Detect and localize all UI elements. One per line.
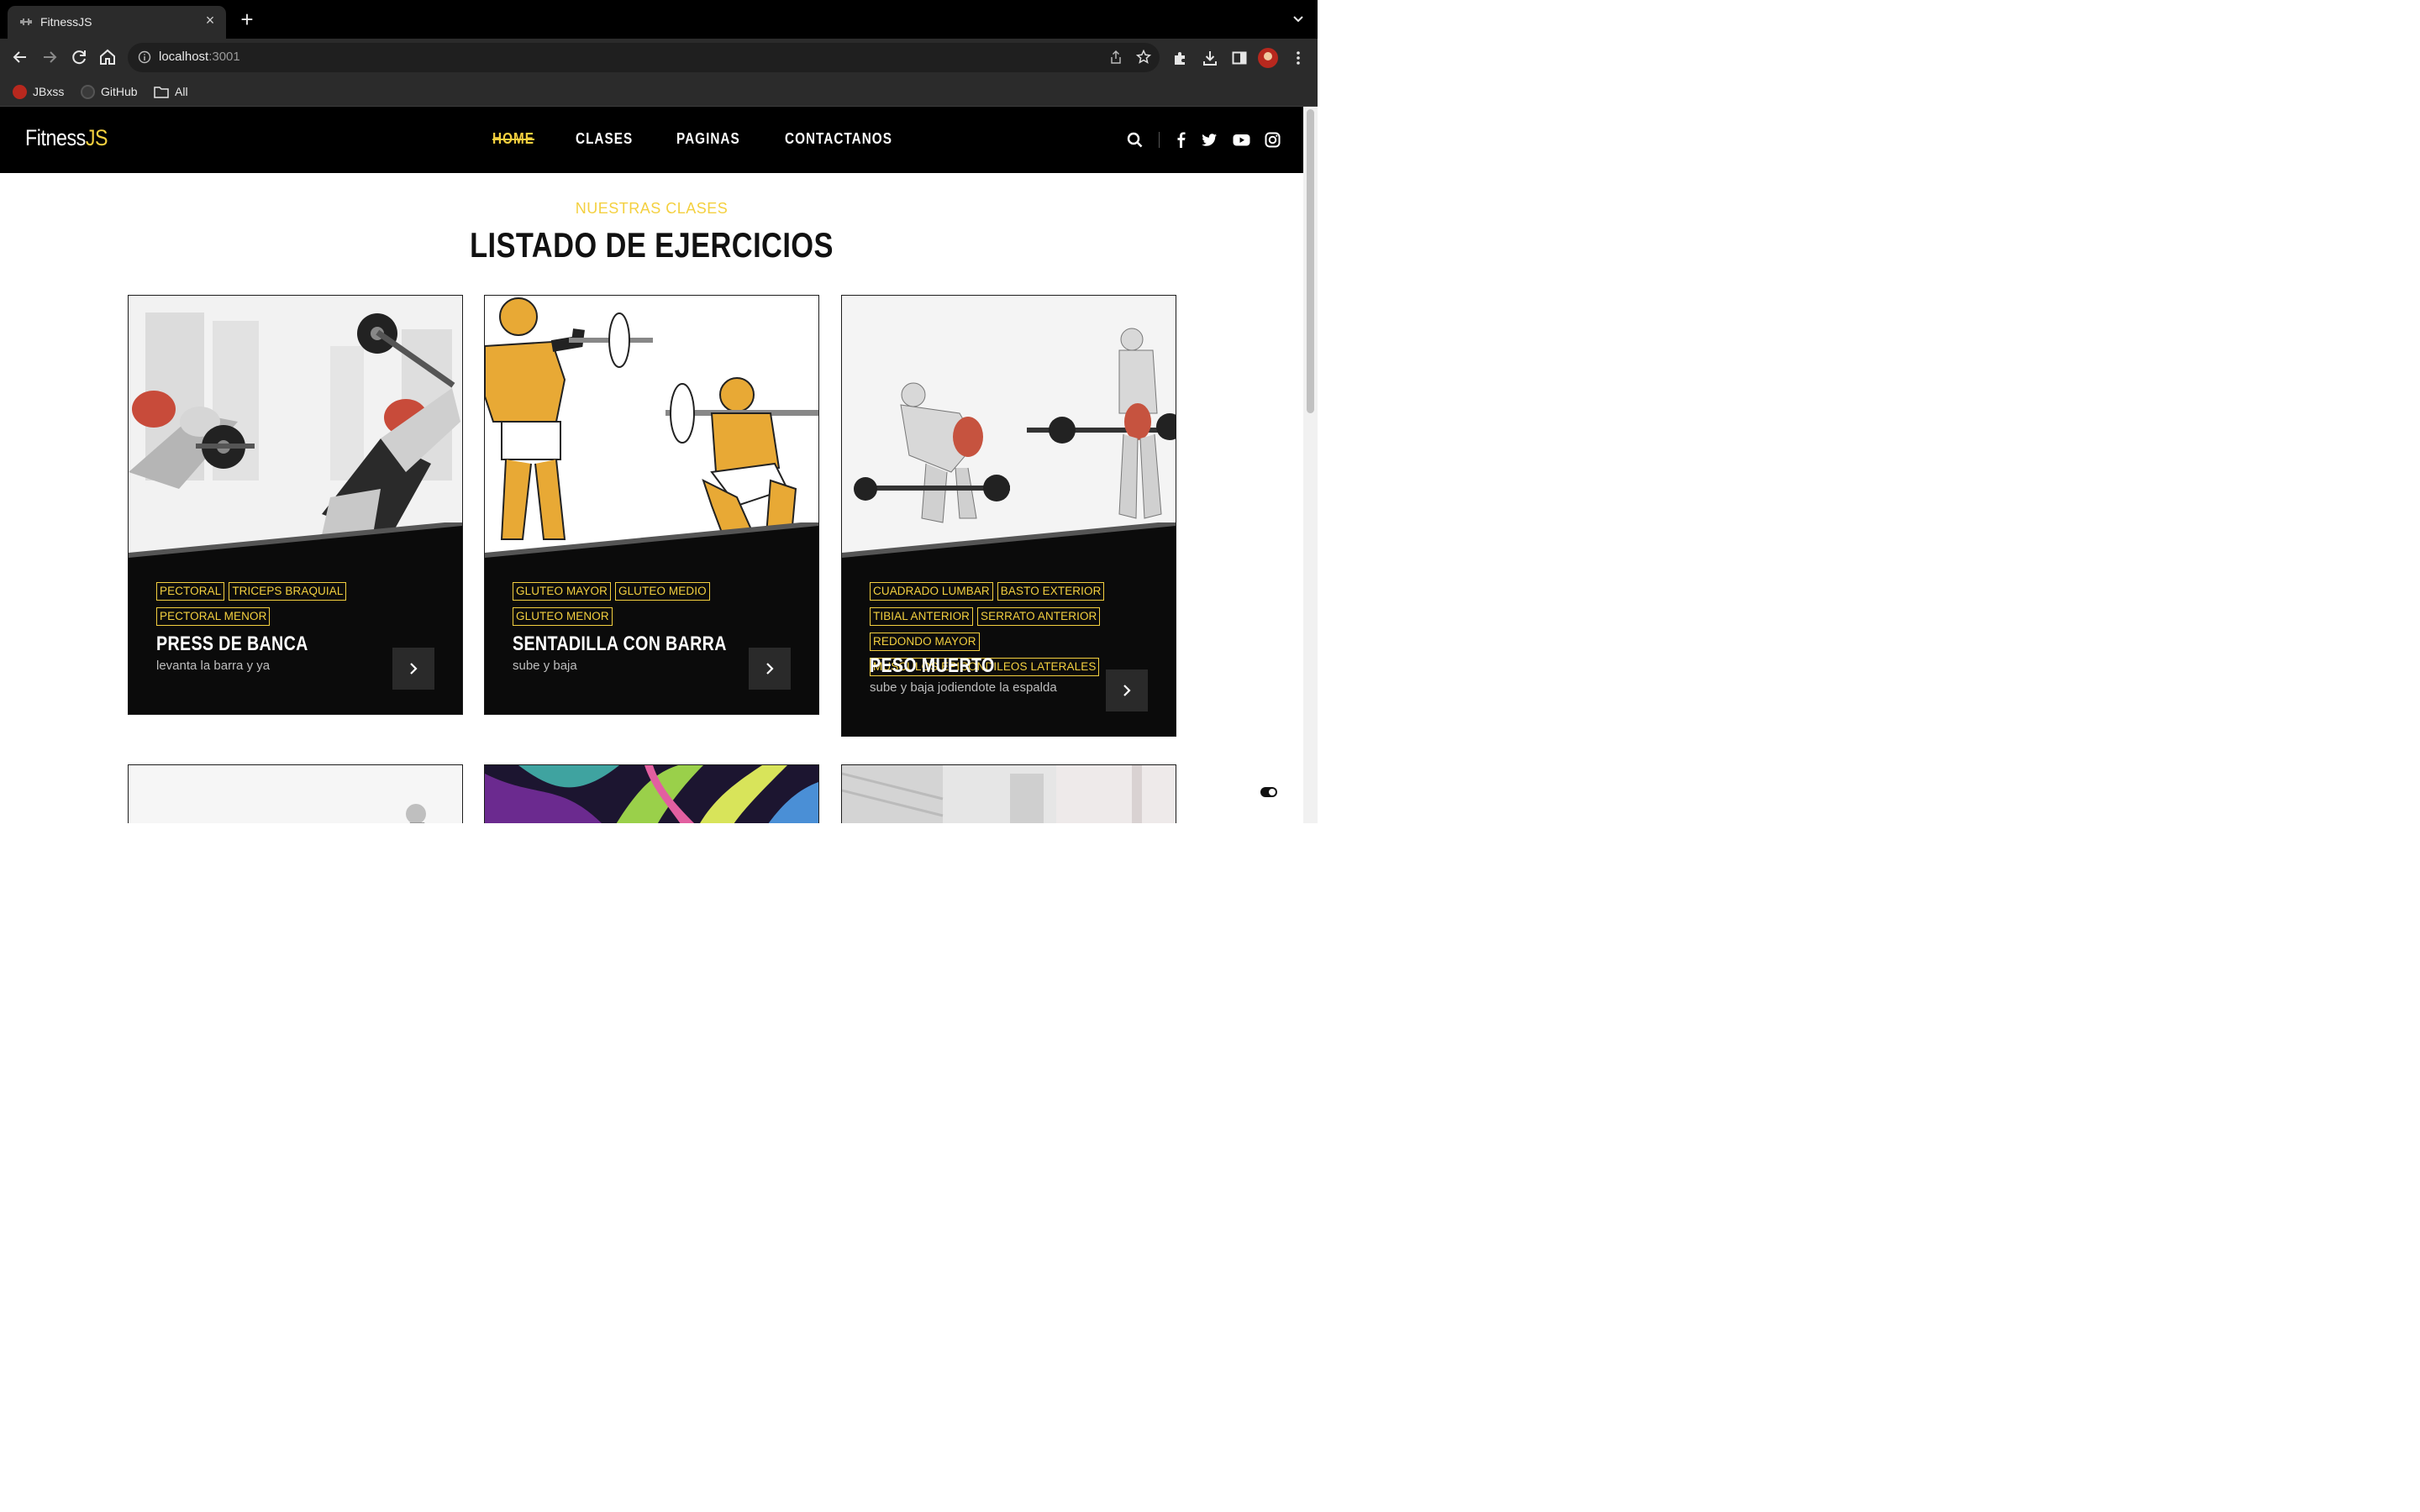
- exercise-title: SENTADILLA CON BARRA: [513, 633, 727, 655]
- address-bar[interactable]: localhost:3001: [128, 43, 1160, 72]
- browser-tab[interactable]: FitnessJS ×: [8, 6, 226, 39]
- card-arrow-button[interactable]: [1106, 669, 1148, 711]
- forward-icon[interactable]: [39, 47, 60, 67]
- muscle-tag[interactable]: SERRATO ANTERIOR: [977, 607, 1101, 626]
- browser-toolbar: localhost:3001: [0, 39, 1318, 76]
- site-header: FitnessJS HOME CLASES PAGINAS CONTACTANO…: [0, 107, 1303, 173]
- card-arrow-button[interactable]: [749, 648, 791, 690]
- exercise-title: PESO MUERTO: [870, 654, 995, 677]
- muscle-tag[interactable]: TIBIAL ANTERIOR: [870, 607, 974, 626]
- muscle-tag[interactable]: GLUTEO MENOR: [513, 607, 613, 626]
- chevron-right-icon: [1123, 685, 1131, 696]
- bookmark-jbxss[interactable]: JBxss: [13, 83, 64, 100]
- nav-clases[interactable]: CLASES: [576, 130, 633, 148]
- exercise-subtitle: sube y baja jodiendote la espalda: [870, 680, 1057, 695]
- profile-avatar[interactable]: [1258, 48, 1278, 68]
- muscle-tags: GLUTEO MAYOR GLUTEO MEDIOGLUTEO MENOR: [513, 582, 765, 633]
- bookmark-label: All: [175, 85, 188, 98]
- page-viewport: FitnessJS HOME CLASES PAGINAS CONTACTANO…: [0, 107, 1303, 823]
- bookmark-all-folder[interactable]: All: [154, 83, 188, 100]
- github-icon: [81, 84, 95, 99]
- exercise-title: PRESS DE BANCA: [156, 633, 308, 655]
- reload-icon[interactable]: [69, 47, 89, 67]
- card-arrow-button[interactable]: [392, 648, 434, 690]
- header-divider: [1159, 132, 1160, 148]
- nav-contactanos[interactable]: CONTACTANOS: [785, 130, 892, 148]
- muscle-tag[interactable]: TRICEPS BRAQUIAL: [229, 582, 347, 601]
- card-diagonal-divider: [842, 522, 1176, 560]
- browser-tab-strip: FitnessJS × +: [0, 0, 1318, 39]
- bookmark-label: GitHub: [101, 85, 138, 98]
- section-eyebrow: NUESTRAS CLASES: [575, 200, 729, 217]
- tab-title: FitnessJS: [40, 15, 92, 29]
- exercise-subtitle: sube y baja: [513, 659, 577, 673]
- folder-icon: [154, 86, 169, 98]
- muscle-tag[interactable]: PECTORAL MENOR: [156, 607, 271, 626]
- card-diagonal-divider: [129, 522, 462, 560]
- dumbbell-favicon-icon: [20, 18, 32, 25]
- muscle-tags: PECTORAL TRICEPS BRAQUIAL PECTORAL MENOR: [156, 582, 408, 633]
- exercise-card[interactable]: [128, 764, 463, 823]
- exercise-card[interactable]: [841, 764, 1176, 823]
- exercise-image: [485, 765, 818, 823]
- chevron-right-icon: [766, 663, 774, 675]
- scrollbar-thumb[interactable]: [1307, 109, 1314, 413]
- card-diagonal-divider: [485, 522, 818, 560]
- site-info-icon[interactable]: [138, 50, 151, 64]
- share-icon[interactable]: [1109, 50, 1123, 64]
- exercise-image-deadlift: [842, 296, 1176, 558]
- muscle-tag[interactable]: CUADRADO LUMBAR: [870, 582, 993, 601]
- close-tab-icon[interactable]: ×: [203, 13, 218, 28]
- nav-home[interactable]: HOME: [492, 130, 534, 148]
- youtube-icon[interactable]: [1233, 132, 1250, 148]
- facebook-icon[interactable]: [1174, 132, 1190, 148]
- exercise-card[interactable]: [484, 764, 819, 823]
- home-icon[interactable]: [97, 47, 118, 67]
- back-icon[interactable]: [10, 47, 30, 67]
- side-panel-icon[interactable]: [1231, 50, 1248, 66]
- exercise-subtitle: levanta la barra y ya: [156, 659, 271, 673]
- muscle-tag[interactable]: BASTO EXTERIOR: [997, 582, 1105, 601]
- bookmark-github[interactable]: GitHub: [81, 83, 138, 100]
- theme-toggle[interactable]: [1260, 787, 1277, 797]
- bookmarks-bar: JBxss GitHub All: [0, 76, 1318, 107]
- browser-menu-icon[interactable]: [1290, 50, 1307, 66]
- exercise-card[interactable]: PECTORAL TRICEPS BRAQUIAL PECTORAL MENOR P…: [128, 295, 463, 715]
- muscle-tag[interactable]: GLUTEO MAYOR: [513, 582, 611, 601]
- main-nav: HOME CLASES PAGINAS CONTACTANOS: [492, 130, 912, 148]
- tab-search-chevron-icon[interactable]: [1292, 13, 1304, 25]
- twitter-icon[interactable]: [1202, 132, 1218, 148]
- exercise-image: [129, 765, 462, 823]
- bookmark-star-icon[interactable]: [1136, 50, 1151, 65]
- new-tab-icon[interactable]: +: [238, 8, 256, 30]
- site-logo[interactable]: FitnessJS: [25, 125, 108, 151]
- downloads-icon[interactable]: [1202, 50, 1218, 66]
- muscle-tag[interactable]: REDONDO MAYOR: [870, 633, 980, 651]
- muscle-tag[interactable]: PECTORAL: [156, 582, 225, 601]
- exercise-image: [842, 765, 1176, 823]
- avatar-icon: [13, 84, 27, 99]
- exercise-card[interactable]: GLUTEO MAYOR GLUTEO MEDIOGLUTEO MENOR SEN…: [484, 295, 819, 715]
- section-title: LISTADO DE EJERCICIOS: [470, 225, 834, 265]
- exercise-image-bench-press: [129, 296, 462, 558]
- extensions-puzzle-icon[interactable]: [1172, 50, 1189, 66]
- instagram-icon[interactable]: [1265, 132, 1281, 148]
- muscle-tag[interactable]: GLUTEO MEDIO: [614, 582, 710, 601]
- nav-paginas[interactable]: PAGINAS: [676, 130, 740, 148]
- bookmark-label: JBxss: [33, 85, 65, 98]
- exercise-card[interactable]: CUADRADO LUMBAR BASTO EXTERIOR TIBIAL ANTE…: [841, 295, 1176, 737]
- page-scrollbar[interactable]: [1303, 107, 1318, 823]
- chevron-right-icon: [410, 663, 418, 675]
- search-icon[interactable]: [1127, 132, 1143, 148]
- exercise-image-squat: [485, 296, 818, 558]
- url-text: localhost:3001: [159, 50, 240, 64]
